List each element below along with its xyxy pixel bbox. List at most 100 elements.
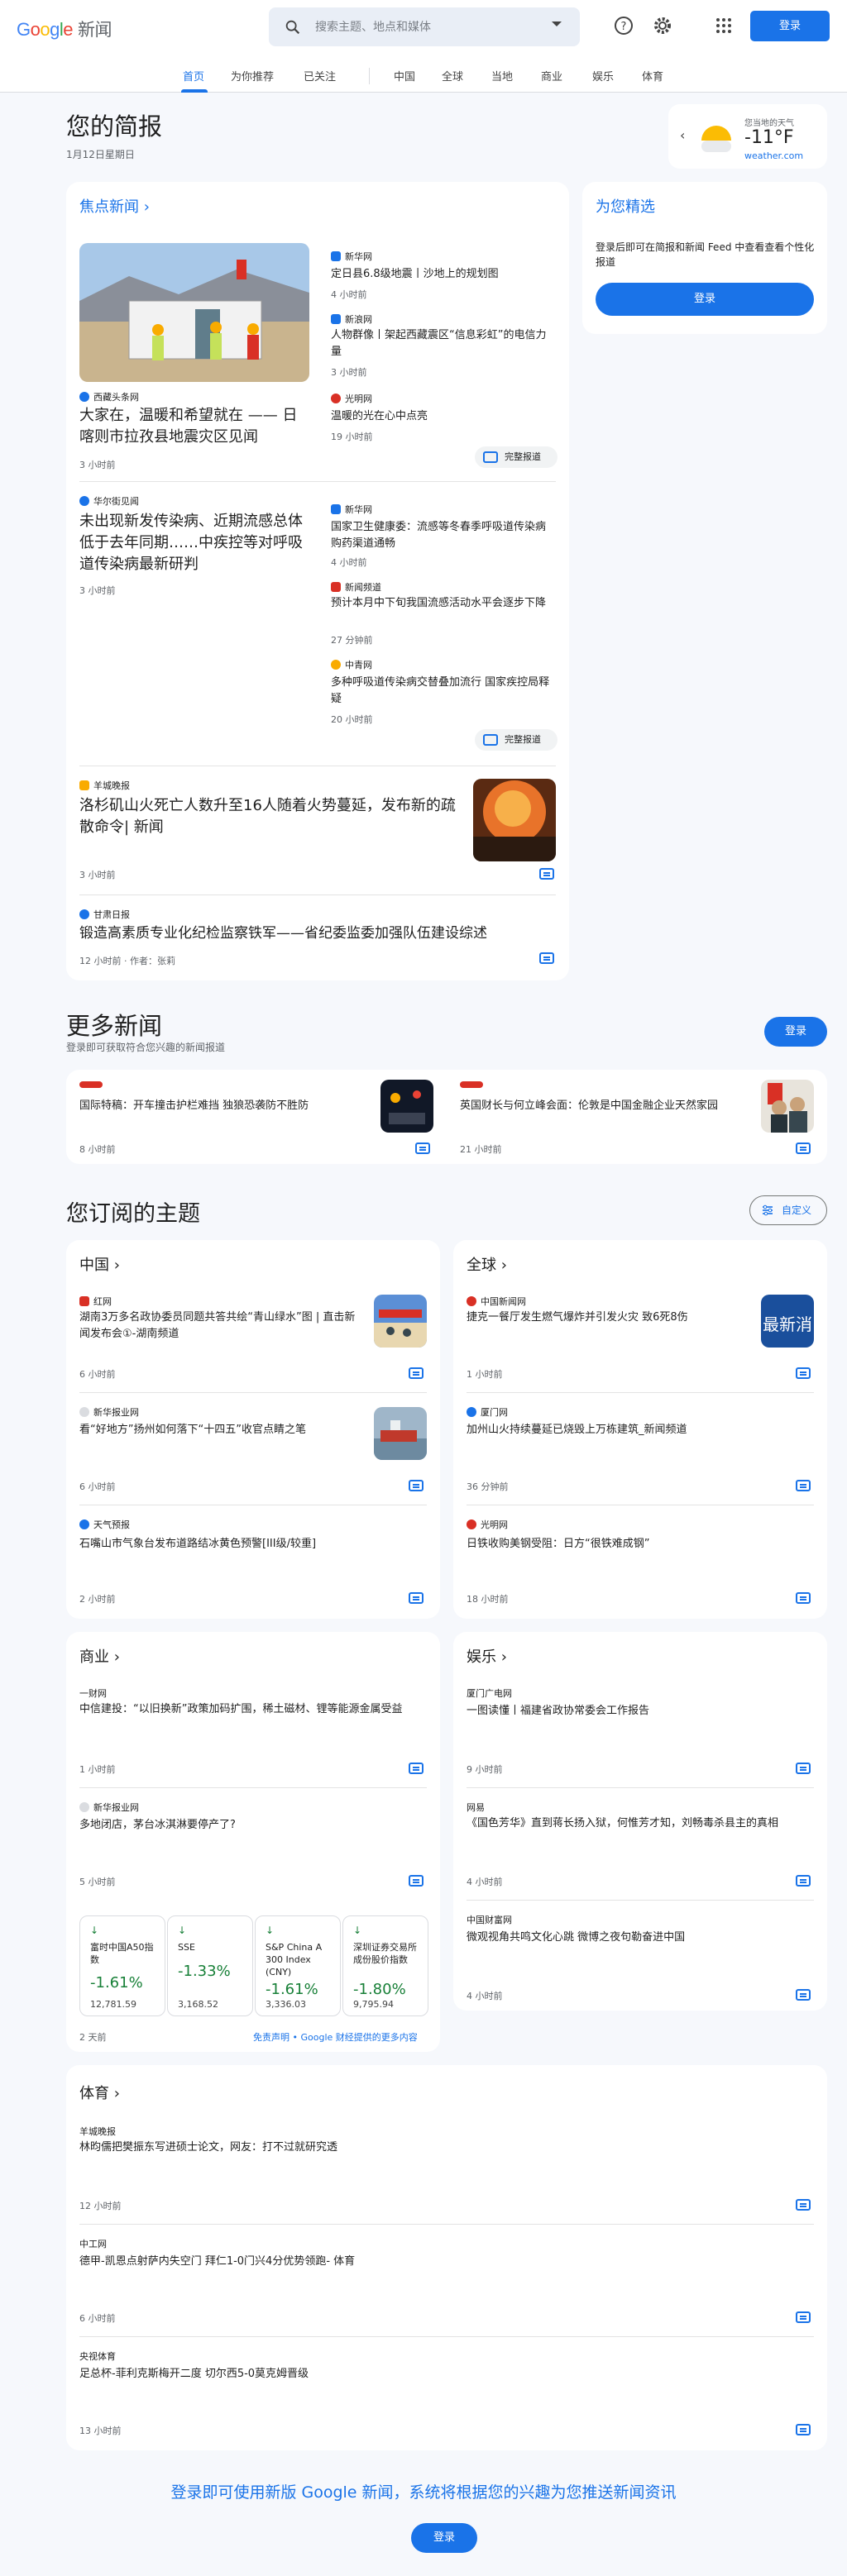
picks-text: 登录后即可在简报和新闻 Feed 中查看查看个性化报道: [596, 241, 815, 268]
full-coverage-icon[interactable]: [796, 2311, 811, 2323]
finance-disclaimer-link[interactable]: 免责声明 • Google 财经提供的更多内容: [253, 2030, 418, 2044]
tab-local[interactable]: 当地: [491, 68, 513, 83]
story-image[interactable]: [380, 1080, 433, 1133]
story-headline[interactable]: 多地闭店，茅台冰淇淋要停产了?: [79, 1817, 427, 1834]
full-coverage-icon[interactable]: [409, 1875, 424, 1887]
chevron-right-icon: ›: [113, 1648, 120, 1666]
google-news-logo[interactable]: Google 新闻: [17, 17, 112, 41]
footer-signin-button[interactable]: 登录: [411, 2523, 477, 2553]
tab-entertainment[interactable]: 娱乐: [592, 68, 614, 83]
full-coverage-icon[interactable]: [796, 1143, 811, 1154]
search-input[interactable]: [315, 17, 530, 37]
story-source: [460, 1081, 487, 1088]
story-headline[interactable]: 一图读懂丨福建省政协常委会工作报告: [467, 1703, 806, 1720]
side-time: 4 小时前: [331, 289, 367, 300]
entertainment-topic-title[interactable]: 娱乐 ›: [467, 1645, 507, 1667]
stock-card[interactable]: ↓ SSE -1.33% 3,168.52: [167, 1915, 253, 2016]
world-topic-title[interactable]: 全球 ›: [467, 1253, 507, 1275]
full-coverage-icon[interactable]: [796, 1763, 811, 1774]
full-coverage-icon[interactable]: [796, 1875, 811, 1887]
tab-for-you[interactable]: 为你推荐: [231, 68, 274, 83]
full-coverage-icon[interactable]: [796, 1367, 811, 1379]
story-image[interactable]: [473, 779, 556, 861]
tab-sports[interactable]: 体育: [642, 68, 663, 83]
help-icon[interactable]: ?: [613, 15, 634, 36]
story-headline[interactable]: 微观视角共鸣文化心跳 微博之夜句勒奋进中国: [467, 1930, 806, 1946]
story-headline[interactable]: 日铁收购美钢受阻：日方“很铁难成钢”: [467, 1536, 806, 1553]
story-image[interactable]: [761, 1080, 814, 1133]
stock-value: 9,795.94: [353, 1999, 394, 2010]
full-coverage-icon[interactable]: [796, 1989, 811, 2001]
search-box[interactable]: [269, 7, 580, 46]
story-source: 新华报业网: [79, 1405, 139, 1419]
story-headline[interactable]: 看“好地方”扬州如何落下“十四五”收官点睛之笔: [79, 1422, 361, 1438]
story-headline[interactable]: 德甲-凯恩点射萨内失空门 拜仁1-0门兴4分优势领跑- 体育: [79, 2254, 774, 2270]
weather-widget[interactable]: ‹ 您当地的天气 -11°F weather.com: [668, 104, 827, 169]
tab-home[interactable]: 首页: [183, 68, 204, 83]
full-coverage-icon[interactable]: [796, 2424, 811, 2435]
story-headline[interactable]: 洛杉矶山火死亡人数升至16人随着火势蔓延，发布新的疏散命令| 新闻: [79, 795, 465, 838]
story-image[interactable]: [374, 1407, 427, 1460]
tab-business[interactable]: 商业: [541, 68, 562, 83]
story-headline[interactable]: 中信建投：“以旧换新”政策加码扩围，稀土磁材、锂等能源金属受益: [79, 1701, 427, 1718]
weather-source[interactable]: weather.com: [744, 150, 803, 161]
story-headline[interactable]: 国际特稿：开车撞击护栏难挡 独狼恐袭防不胜防: [79, 1098, 374, 1114]
full-coverage-icon[interactable]: [796, 2199, 811, 2211]
side-headline[interactable]: 多种呼吸道传染病交替叠加流行 国家疾控局释疑: [331, 675, 556, 708]
full-coverage-icon[interactable]: [409, 1480, 424, 1491]
china-topic-title[interactable]: 中国 ›: [79, 1253, 120, 1275]
full-coverage-icon[interactable]: [796, 1592, 811, 1604]
story-headline[interactable]: 捷克一餐厅发生燃气爆炸并引发火灾 致6死8伤: [467, 1309, 748, 1326]
story-headline[interactable]: 英国财长与何立峰会面：伦敦是中国金融企业天然家园: [460, 1098, 746, 1114]
chevron-left-icon[interactable]: ‹: [680, 127, 685, 143]
story-headline[interactable]: 林昀儒把樊振东写进硕士论文，网友：打不过就研究透: [79, 2140, 774, 2156]
side-time: 27 分钟前: [331, 635, 373, 646]
header-signin-button[interactable]: 登录: [750, 11, 830, 41]
story-headline[interactable]: 石嘴山市气象台发布道路结冰黄色预警[III级/较重]: [79, 1536, 419, 1553]
picks-signin-button[interactable]: 登录: [596, 283, 814, 316]
story-headline[interactable]: 加州山火持续蔓延已烧毁上万栋建筑_新闻频道: [467, 1422, 806, 1438]
stock-card[interactable]: ↓ 深圳证券交易所成份股价指数 -1.80% 9,795.94: [342, 1915, 428, 2016]
full-coverage-icon[interactable]: [539, 952, 554, 964]
customize-button[interactable]: 自定义: [749, 1195, 827, 1225]
story-headline[interactable]: 锻造高素质专业化纪检监察铁军——省纪委监委加强队伍建设综述: [79, 923, 559, 944]
full-coverage-icon[interactable]: [409, 1592, 424, 1604]
stock-card[interactable]: ↓ S&P China A 300 Index (CNY) -1.61% 3,3…: [255, 1915, 341, 2016]
story-headline[interactable]: 《国色芳华》直到蒋长扬入狱，何惟芳才知，刘畅毒杀县主的真相: [467, 1815, 814, 1832]
story-image[interactable]: [374, 1295, 427, 1348]
full-coverage-icon[interactable]: [415, 1143, 430, 1154]
story-headline[interactable]: 湖南3万多名政协委员同题共答共绘“青山绿水”图 | 直击新闻发布会①-湖南频道: [79, 1309, 361, 1343]
side-headline[interactable]: 温暖的光在心中点亮: [331, 408, 556, 425]
story-source: 厦门网: [467, 1405, 508, 1419]
side-headline[interactable]: 人物群像丨架起西藏震区“信息彩虹”的电信力量: [331, 327, 556, 360]
more-news-signin-button[interactable]: 登录: [764, 1017, 827, 1047]
apps-grid-icon[interactable]: [713, 15, 735, 36]
story-image[interactable]: [79, 243, 309, 382]
story-headline[interactable]: 足总杯-菲利克斯梅开二度 切尔西5-0莫克姆晋级: [79, 2366, 774, 2383]
arrow-down-icon: ↓: [178, 1925, 187, 1936]
story-headline[interactable]: 未出现新发传染病、近期流感总体低于去年同期……中疾控等对呼吸道传染病最新研判: [79, 511, 313, 575]
tab-china[interactable]: 中国: [394, 68, 415, 83]
weather-temp: -11°F: [744, 127, 794, 148]
full-coverage-icon[interactable]: [409, 1367, 424, 1379]
full-coverage-button[interactable]: 完整报道: [475, 729, 557, 751]
side-headline[interactable]: 定日县6.8级地震丨沙地上的规划图: [331, 266, 556, 283]
sports-topic-title[interactable]: 体育 ›: [79, 2082, 120, 2103]
full-coverage-icon[interactable]: [539, 868, 554, 880]
stock-card[interactable]: ↓ 富时中国A50指数 -1.61% 12,781.59: [79, 1915, 165, 2016]
search-icon[interactable]: [284, 18, 302, 36]
full-coverage-icon[interactable]: [409, 1763, 424, 1774]
side-headline[interactable]: 预计本月中下旬我国流感活动水平会逐步下降: [331, 595, 556, 612]
story-image[interactable]: 最新消: [761, 1295, 814, 1348]
story-headline[interactable]: 大家在，温暖和希望就在 —— 日喀则市拉孜县地震灾区见闻: [79, 405, 306, 448]
top-stories-title[interactable]: 焦点新闻 ›: [79, 195, 150, 217]
side-headline[interactable]: 国家卫生健康委：流感等冬春季呼吸道传染病购药渠道通畅: [331, 519, 556, 552]
settings-icon[interactable]: [652, 15, 673, 36]
full-coverage-button[interactable]: 完整报道: [475, 446, 557, 468]
more-news-card: [66, 1070, 827, 1164]
tab-world[interactable]: 全球: [442, 68, 463, 83]
dropdown-arrow-icon[interactable]: [552, 21, 562, 26]
business-topic-title[interactable]: 商业 ›: [79, 1645, 120, 1667]
tab-following[interactable]: 已关注: [304, 68, 336, 83]
full-coverage-icon[interactable]: [796, 1480, 811, 1491]
